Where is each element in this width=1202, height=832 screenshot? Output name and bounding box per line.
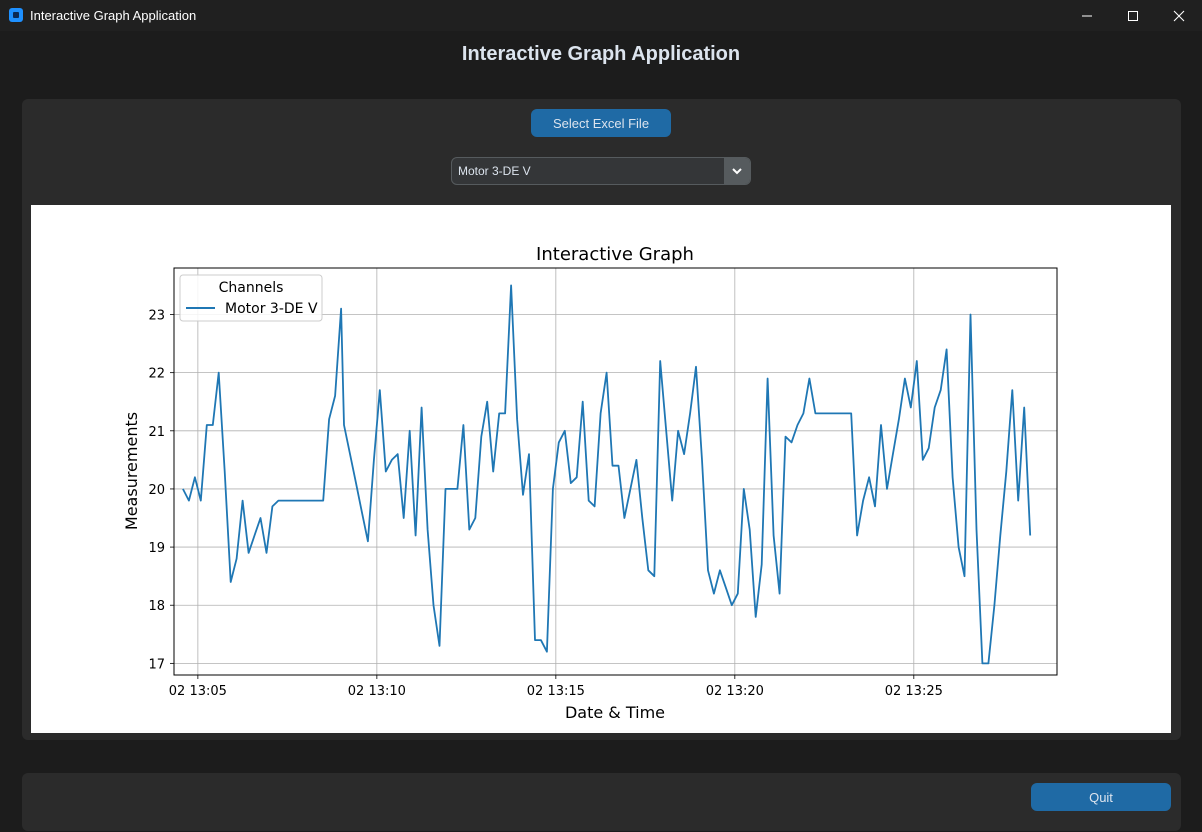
chevron-down-icon — [732, 168, 742, 175]
minimize-button[interactable] — [1064, 0, 1110, 31]
minimize-icon — [1082, 15, 1092, 17]
page-title: Interactive Graph Application — [461, 43, 741, 65]
line-chart: 02 13:05 02 13:10 02 13:15 02 13:20 02 13:25… — [122, 244, 1058, 722]
channel-dropdown-value: Motor 3-DE V — [458, 164, 531, 178]
quit-button[interactable]: Quit — [1031, 783, 1171, 811]
close-button[interactable] — [1156, 0, 1202, 31]
chart-grid — [174, 268, 1057, 675]
select-excel-file-button[interactable]: Select Excel File — [531, 109, 671, 137]
channel-dropdown[interactable]: Motor 3-DE V — [451, 157, 751, 185]
series-line — [182, 284, 1032, 665]
window-title: Interactive Graph Application — [30, 8, 197, 23]
x-tick-label: 02 13:20 — [706, 684, 764, 699]
legend: Channels Motor 3-DE V — [179, 274, 323, 322]
y-tick-label: 17 — [148, 657, 165, 672]
y-tick-label: 19 — [148, 541, 165, 556]
chart-canvas[interactable]: 02 13:05 02 13:10 02 13:15 02 13:20 02 13:25… — [31, 205, 1171, 733]
series-lines — [182, 284, 1032, 665]
x-tick-label: 02 13:10 — [348, 684, 406, 699]
close-icon — [1173, 10, 1185, 22]
x-tick-label: 02 13:25 — [885, 684, 943, 699]
window-titlebar: Interactive Graph Application — [0, 0, 1202, 31]
x-axis-label: Date & Time — [565, 703, 665, 722]
y-tick-label: 21 — [148, 425, 165, 440]
y-axis-label: Measurements — [122, 412, 141, 530]
maximize-button[interactable] — [1110, 0, 1156, 31]
app-icon — [9, 8, 23, 22]
x-tick-label: 02 13:05 — [169, 684, 227, 699]
x-tick-label: 02 13:15 — [527, 684, 585, 699]
maximize-icon — [1128, 11, 1138, 21]
y-tick-label: 18 — [148, 599, 165, 614]
main-area: Interactive Graph Application Select Exc… — [0, 31, 1202, 832]
legend-entry-label: Motor 3-DE V — [225, 301, 318, 317]
y-tick-label: 23 — [148, 309, 165, 324]
y-tick-label: 22 — [148, 367, 165, 382]
graph-panel: Select Excel File Motor 3-DE V 02 13:05 0… — [22, 99, 1181, 740]
dropdown-arrow-button[interactable] — [724, 158, 750, 184]
legend-title: Channels — [219, 280, 284, 296]
y-tick-label: 20 — [148, 483, 165, 498]
axis-ticks: 02 13:05 02 13:10 02 13:15 02 13:20 02 13:25… — [148, 309, 942, 699]
chart-title: Interactive Graph — [536, 244, 694, 265]
plot-area-frame — [173, 267, 1058, 676]
bottom-bar: Quit — [22, 773, 1181, 831]
